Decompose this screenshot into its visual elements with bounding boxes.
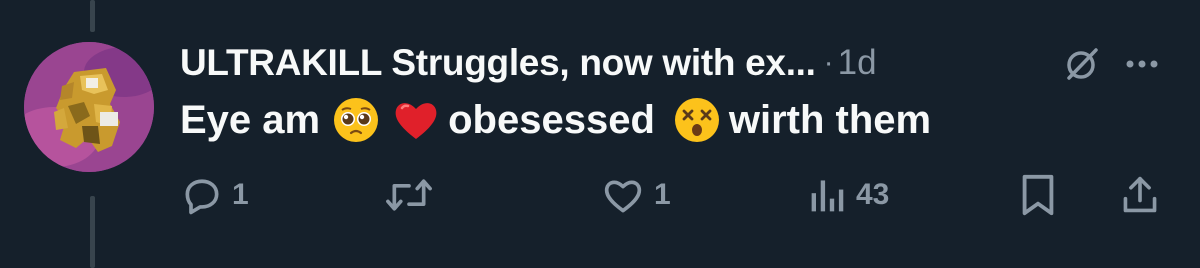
post-timestamp[interactable]: 1d (838, 43, 877, 83)
avatar[interactable] (24, 42, 154, 172)
bookmark-button[interactable] (1018, 170, 1058, 220)
pleading-face-icon (334, 98, 379, 142)
bookmark-icon (1022, 174, 1054, 216)
post-text-part: obesessed (448, 97, 655, 142)
repost-button[interactable] (385, 170, 441, 220)
more-options-icon[interactable] (1120, 42, 1164, 86)
heart-icon (604, 180, 642, 213)
dizzy-face-icon (674, 98, 719, 142)
post[interactable]: ULTRAKILL Struggles, now with ex... · 1d… (0, 0, 1200, 268)
grok-icon (1067, 48, 1098, 80)
repost-icon (386, 179, 432, 211)
share-icon (1123, 176, 1157, 213)
post-header: ULTRAKILL Struggles, now with ex... · 1d (180, 38, 1170, 88)
analytics-icon (811, 180, 844, 212)
grok-icon[interactable] (1060, 42, 1104, 86)
views-count: 43 (856, 178, 890, 211)
post-text-part: wirth them (728, 97, 932, 142)
avatar-image (24, 42, 154, 172)
more-options-icon (1126, 60, 1158, 68)
reply-count: 1 (232, 178, 249, 211)
thread-line (90, 0, 95, 32)
post-text: Eye am obesessed wirth them (180, 96, 1170, 144)
like-count: 1 (654, 178, 671, 211)
share-button[interactable] (1120, 170, 1160, 220)
red-heart-icon (395, 103, 437, 139)
action-bar: 1 1 43 (180, 170, 1170, 220)
views-button[interactable]: 43 (808, 170, 889, 220)
thread-line (90, 196, 95, 268)
reply-icon (185, 179, 219, 215)
like-button[interactable]: 1 (600, 170, 671, 220)
post-text-part: Eye am (180, 97, 321, 142)
display-name[interactable]: ULTRAKILL Struggles, now with ex... (180, 42, 816, 84)
reply-button[interactable]: 1 (180, 170, 249, 220)
separator-dot: · (823, 46, 834, 79)
